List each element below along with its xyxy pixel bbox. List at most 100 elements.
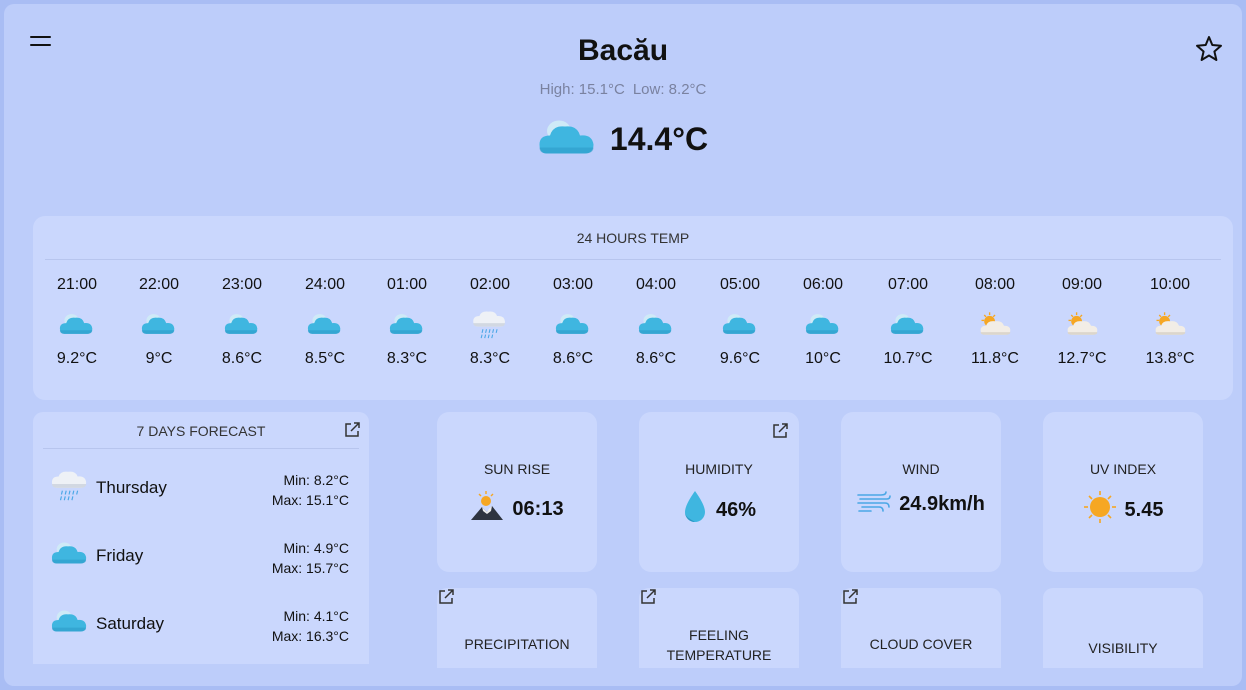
hour-item: 08:00 11.8°C [955,276,1035,368]
hour-item: 23:00 8.6°C [202,276,282,368]
cloud-cover-tile[interactable]: CLOUD COVER [841,588,1001,668]
feeling-temperature-label: FEELING TEMPERATURE [639,625,799,665]
sunrise-label: SUN RISE [483,461,551,477]
wind-value: 24.9km/h [899,492,985,515]
forecast-max: Max: 15.7°C [271,560,349,576]
forecast-min-max: Min: 4.9°C Max: 15.7°C [272,538,349,578]
forecast-min: Min: 4.9°C [283,540,349,556]
visibility-tile[interactable]: VISIBILITY [1043,588,1203,668]
forecast-min-max: Min: 8.2°C Max: 15.1°C [272,470,349,510]
hour-time: 04:00 [635,276,677,293]
hour-time: 05:00 [719,276,761,293]
precipitation-tile[interactable]: PRECIPITATION [437,588,597,668]
forecast-day-name: Friday [96,546,144,565]
cloud-icon [51,536,89,575]
external-link-icon[interactable] [639,588,799,611]
hour-time: 24:00 [304,276,346,293]
hour-time: 01:00 [386,276,428,293]
rain-icon [450,298,530,350]
hour-temp: 13.8°C [1145,350,1195,367]
hour-temp: 10°C [805,350,841,367]
seven-day-forecast-card: 7 DAYS FORECAST Thursday Min: 8.2°C Max: 1… [33,412,369,664]
cloud-icon [285,298,365,350]
current-weather: 14.4°C [4,114,1242,165]
cloud-icon [37,298,117,350]
hour-item: 24:00 8.5°C [285,276,365,368]
forecast-min-max: Min: 4.1°C Max: 16.3°C [272,606,349,646]
uv-value: 5.45 [1124,498,1164,521]
hour-item: 02:00 8.3°C [450,276,530,368]
hour-time: 09:00 [1061,276,1103,293]
high-temp: High: 15.1°C [539,81,625,98]
cloud-icon [202,298,282,350]
hour-time: 06:00 [802,276,844,293]
forecast-day-name: Saturday [96,614,165,633]
hour-temp: 10.7°C [883,350,933,367]
humidity-label: HUMIDITY [685,461,753,477]
hour-item: 01:00 8.3°C [367,276,447,368]
forecast-day-row[interactable]: Thursday Min: 8.2°C Max: 15.1°C [33,464,369,514]
cloud-icon [51,604,89,643]
feeling-label-line2: TEMPERATURE [666,647,772,663]
uv-label: UV INDEX [1089,461,1157,477]
forecast-day-row[interactable]: Saturday Min: 4.1°C Max: 16.3°C [33,600,369,650]
hour-time: 03:00 [552,276,594,293]
external-link-icon[interactable] [841,588,1001,611]
cloud-cover-label: CLOUD COVER [869,636,973,652]
hour-time: 07:00 [887,276,929,293]
current-temp: 14.4°C [609,121,709,157]
forecast-day-row[interactable]: Friday Min: 4.9°C Max: 15.7°C [33,532,369,582]
hour-item: 05:00 9.6°C [700,276,780,368]
hour-time: 21:00 [56,276,98,293]
hour-temp: 9°C [145,350,173,367]
hour-item: 07:00 10.7°C [868,276,948,368]
feeling-temperature-tile[interactable]: FEELING TEMPERATURE [639,588,799,668]
hour-item: 06:00 10°C [783,276,863,368]
hour-time: 23:00 [221,276,263,293]
low-temp: Low: 8.2°C [632,81,707,98]
cloud-icon [533,298,613,350]
feeling-label-line1: FEELING [689,627,749,643]
droplet-icon [682,490,708,530]
sunrise-value: 06:13 [512,497,564,520]
hour-temp: 9.6°C [719,350,761,367]
hour-item: 10:00 13.8°C [1130,276,1210,368]
weather-app: Bacău High: 15.1°C Low: 8.2°C 14.4°C 24 H… [4,4,1242,686]
hour-temp: 8.6°C [221,350,263,367]
external-link-icon[interactable] [343,421,361,439]
humidity-value: 46% [715,498,757,521]
hour-temp: 8.3°C [469,350,511,367]
hour-temp: 8.3°C [386,350,428,367]
external-link-icon[interactable] [437,588,597,611]
hour-temp: 12.7°C [1057,350,1107,367]
hour-item: 09:00 12.7°C [1042,276,1122,368]
hour-item: 22:00 9°C [119,276,199,368]
precipitation-label: PRECIPITATION [464,636,570,652]
cloud-icon [868,298,948,350]
cloud-icon [119,298,199,350]
hour-temp: 8.6°C [635,350,677,367]
sunrise-icon [470,490,504,528]
forecast-title: 7 DAYS FORECAST [43,412,359,449]
visibility-label: VISIBILITY [1088,640,1158,656]
hour-time: 08:00 [974,276,1016,293]
humidity-tile[interactable]: HUMIDITY 46% [639,412,799,572]
uv-index-tile[interactable]: UV INDEX 5.45 [1043,412,1203,572]
hour-item: 03:00 8.6°C [533,276,613,368]
cloud-icon [616,298,696,350]
forecast-max: Max: 16.3°C [271,628,349,644]
sunrise-tile[interactable]: SUN RISE 06:13 [437,412,597,572]
sun-icon [1083,490,1117,530]
hour-time: 22:00 [138,276,180,293]
wind-icon [857,490,891,518]
high-low-temps: High: 15.1°C Low: 8.2°C [4,81,1242,98]
external-link-icon[interactable] [771,422,789,440]
hour-time: 02:00 [469,276,511,293]
forecast-min: Min: 4.1°C [283,608,349,624]
partly-sunny-icon [1130,298,1210,350]
hour-temp: 11.8°C [971,350,1019,367]
hour-temp: 9.2°C [56,350,98,367]
hourly-forecast-card: 24 HOURS TEMP 21:00 9.2°C 22:00 9°C 23:00 8.6… [33,216,1233,400]
cloud-icon [367,298,447,350]
wind-tile[interactable]: WIND 24.9km/h [841,412,1001,572]
